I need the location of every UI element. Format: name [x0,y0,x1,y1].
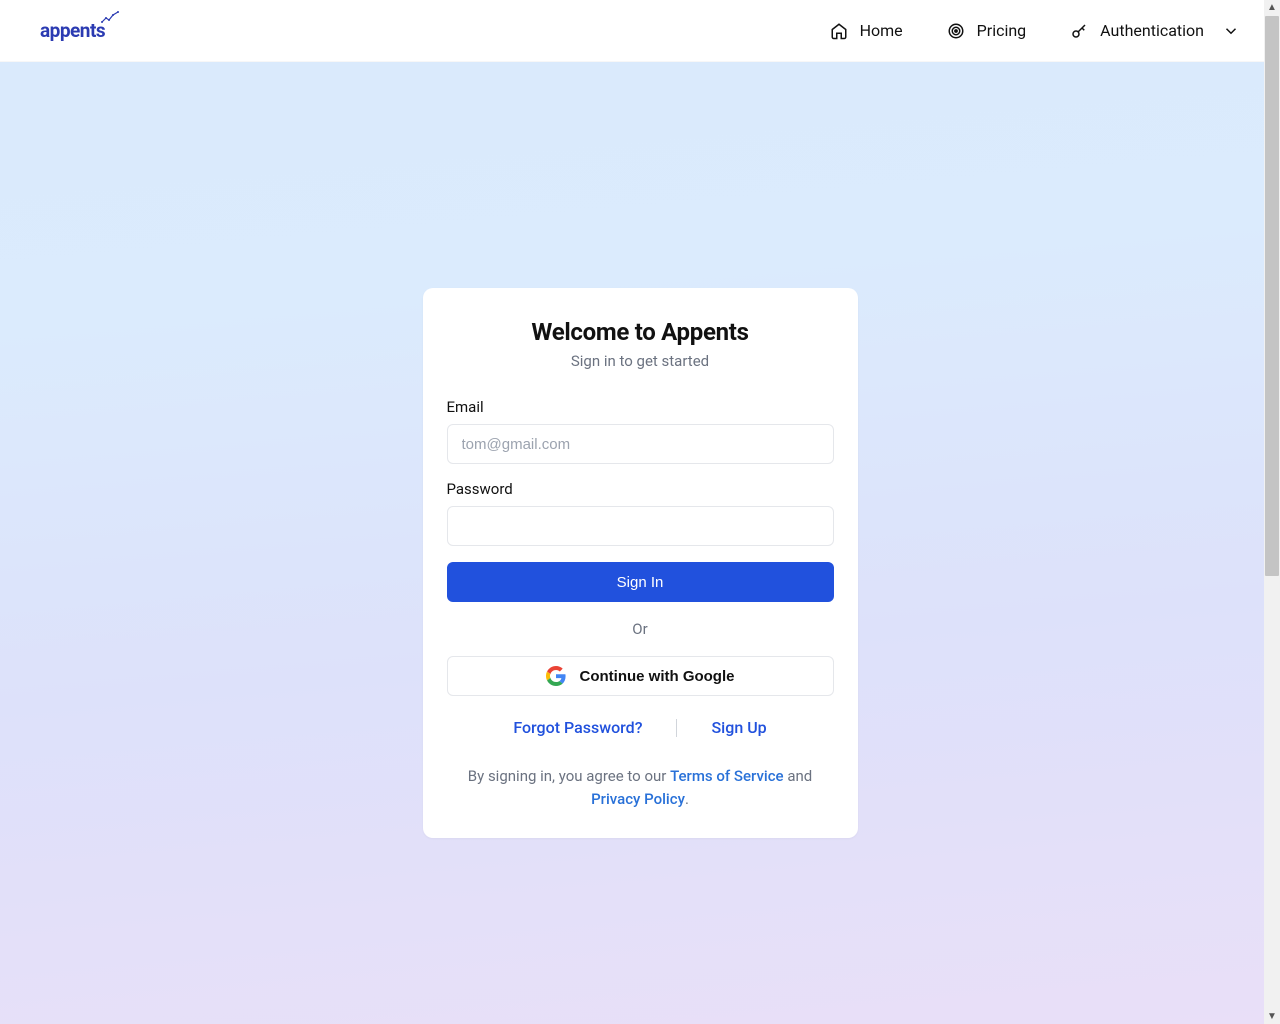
brand-name: appents [40,19,105,42]
or-divider: Or [447,620,834,638]
nav-pricing[interactable]: Pricing [947,21,1027,40]
password-input[interactable] [447,506,834,546]
links-divider [676,719,677,737]
nav-authentication[interactable]: Authentication [1070,21,1240,40]
signin-card: Welcome to Appents Sign in to get starte… [423,288,858,838]
password-label: Password [447,480,834,498]
continue-with-google-button[interactable]: Continue with Google [447,656,834,696]
scroll-down-arrow-icon[interactable]: ▼ [1267,1009,1277,1024]
growth-chart-icon [101,11,119,23]
legal-prefix: By signing in, you agree to our [468,767,670,785]
signup-link[interactable]: Sign Up [711,718,766,737]
vertical-scrollbar[interactable]: ▲ ▼ [1264,0,1280,1024]
email-label: Email [447,398,834,416]
secondary-links: Forgot Password? Sign Up [447,718,834,737]
legal-mid: and [784,767,813,785]
target-icon [947,22,965,40]
brand-logo[interactable]: appents [40,19,105,42]
scrollbar-thumb[interactable] [1265,16,1279,576]
chevron-down-icon [1222,22,1240,40]
page-body: Welcome to Appents Sign in to get starte… [0,62,1280,1024]
scroll-up-arrow-icon[interactable]: ▲ [1267,0,1277,15]
header: appents Home Pricing Authentic [0,0,1280,62]
signin-button[interactable]: Sign In [447,562,834,602]
terms-of-service-link[interactable]: Terms of Service [670,767,784,785]
card-title: Welcome to Appents [447,318,834,346]
card-subtitle: Sign in to get started [447,352,834,370]
legal-suffix: . [685,790,689,808]
email-input[interactable] [447,424,834,464]
forgot-password-link[interactable]: Forgot Password? [513,718,642,737]
google-button-label: Continue with Google [580,668,735,685]
home-icon [830,22,848,40]
legal-text: By signing in, you agree to our Terms of… [447,765,834,814]
top-nav: Home Pricing Authentication [830,21,1240,40]
nav-pricing-label: Pricing [977,21,1027,40]
nav-home[interactable]: Home [830,21,903,40]
privacy-policy-link[interactable]: Privacy Policy [591,790,685,808]
nav-authentication-label: Authentication [1100,21,1204,40]
nav-home-label: Home [860,21,903,40]
google-icon [546,666,566,686]
key-icon [1070,22,1088,40]
